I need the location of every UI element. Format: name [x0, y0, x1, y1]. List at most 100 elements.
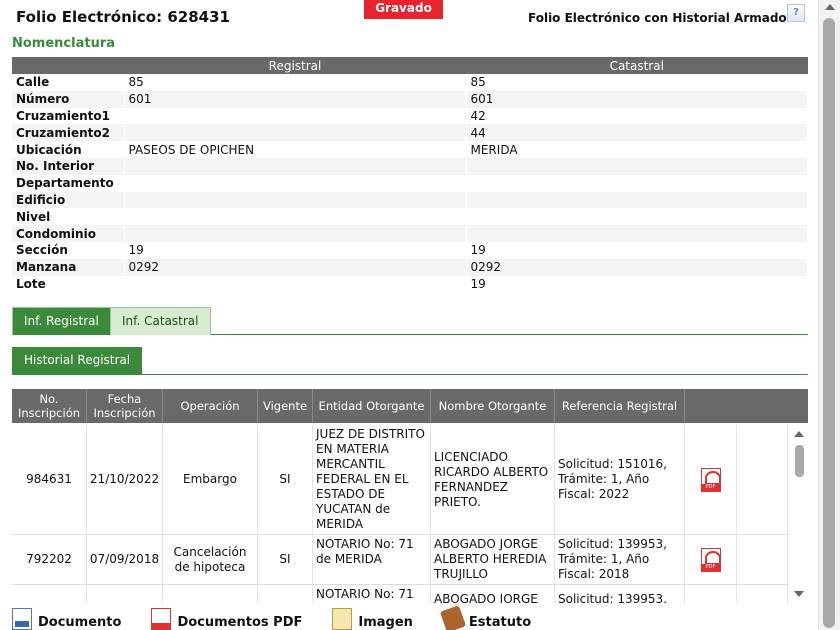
cell-pdf [685, 425, 737, 534]
pdf-icon [151, 608, 172, 630]
historial-header: No. Inscripción Fecha Inscripción Operac… [12, 389, 808, 423]
header-registral: Registral [124, 57, 466, 74]
nomenclatura-row: Condominio [12, 225, 808, 242]
row-catastral: MERIDA [466, 141, 808, 158]
cell-entidad: NOTARIO No: 71 de MERIDA [313, 535, 431, 584]
col-fecha-inscripcion: Fecha Inscripción [87, 389, 163, 423]
row-catastral [466, 157, 808, 175]
row-catastral [466, 208, 808, 226]
documento-label: Documento [38, 615, 122, 630]
row-registral [124, 191, 467, 209]
imagen-button[interactable]: Imagen [332, 607, 413, 630]
table-row: NOTARIO No: 71 ABOGADO JORGE Solicitud: 13… [12, 585, 788, 603]
imagen-label: Imagen [358, 615, 413, 630]
scroll-up-icon[interactable] [825, 4, 835, 10]
tab-inf-catastral[interactable]: Inf. Catastral [110, 307, 211, 335]
cell-referencia-text: Solicitud: 151016, Trámite: 1, Año Fisca… [558, 457, 667, 501]
cell-operacion: Embargo [163, 425, 258, 534]
col-referencia-registral: Referencia Registral [555, 389, 685, 423]
cell-nombre-text: ABOGADO JORGE ALBERTO HEREDIA TRUJILLO [434, 537, 547, 581]
cell-no-inscripcion-text: 792202 [26, 552, 72, 566]
cell-vigente [258, 585, 313, 603]
cell-vigente: SI [258, 425, 313, 534]
cell-operacion: Cancelación de hipoteca [163, 535, 258, 584]
cell-nombre-text: ABOGADO JORGE [434, 592, 538, 603]
status-badge: Gravado [364, 0, 443, 19]
row-registral: 601 [124, 90, 467, 108]
row-registral: PASEOS DE OPICHEN [124, 141, 467, 158]
row-catastral: 19 [466, 275, 808, 293]
cell-vigente-text: SI [279, 472, 291, 486]
header-catastral: Catastral [466, 57, 808, 74]
cell-referencia-text: Solicitud: 139953, Trámite: 1, Año Fisca… [558, 537, 667, 581]
cell-no-inscripcion: 792202 [12, 535, 87, 584]
row-label: Cruzamiento1 [12, 107, 125, 125]
cell-entidad-text: NOTARIO No: 71 de MERIDA [316, 537, 414, 566]
cell-no-inscripcion: 984631 [12, 425, 87, 534]
row-catastral [466, 225, 808, 242]
cell-entidad-text: JUEZ DE DISTRITO EN MATERIA MERCANTIL FE… [316, 427, 425, 531]
col-vigente: Vigente [258, 389, 313, 423]
cell-referencia: Solicitud: 151016, Trámite: 1, Año Fisca… [555, 425, 685, 534]
scroll-up-icon[interactable] [794, 431, 804, 437]
scroll-thumb[interactable] [795, 445, 804, 477]
nomenclatura-row: Lote 19 [12, 275, 808, 293]
cell-operacion [163, 585, 258, 603]
row-registral [124, 174, 467, 192]
book-icon [332, 608, 353, 630]
cell-vigente: SI [258, 535, 313, 584]
tab-inf-registral[interactable]: Inf. Registral [12, 307, 111, 335]
window-scrollbar[interactable] [818, 0, 840, 630]
row-label: Nivel [12, 208, 125, 226]
col-entidad-otorgante: Entidad Otorgante [313, 389, 431, 423]
cell-nombre: LICENCIADO RICARDO ALBERTO FERNANDEZ PRI… [431, 425, 555, 534]
row-catastral [466, 191, 808, 209]
row-registral [124, 107, 467, 125]
row-label: Cruzamiento2 [12, 124, 125, 142]
table-row: 792202 07/09/2018 Cancelación de hipoteca S… [12, 535, 788, 585]
row-label: No. Interior [12, 157, 125, 175]
folio-title: Folio Electrónico: 628431 [16, 8, 230, 26]
row-label: Número [12, 90, 125, 108]
estatuto-label: Estatuto [468, 615, 532, 630]
history-tabs: Historial Registral [12, 347, 808, 375]
briefcase-icon [439, 605, 467, 630]
row-registral [124, 157, 467, 175]
cell-entidad-text: NOTARIO No: 71 [316, 587, 414, 601]
row-registral: 19 [124, 241, 467, 259]
row-registral: 85 [124, 74, 467, 91]
pdf-icon[interactable] [700, 547, 721, 572]
cell-fecha-text: 07/09/2018 [89, 552, 160, 566]
row-label: Edificio [12, 191, 125, 209]
cell-referencia: Solicitud: 139953, [555, 585, 685, 603]
historial-scrollbar[interactable] [790, 425, 808, 603]
cell-empty [737, 535, 788, 584]
col-no-inscripcion: No. Inscripción [12, 389, 87, 423]
cell-empty [737, 425, 788, 534]
pdf-icon[interactable] [700, 467, 721, 492]
scroll-down-icon[interactable] [794, 591, 804, 597]
row-registral: 0292 [124, 258, 467, 276]
nomenclatura-row: Cruzamiento1 42 [12, 107, 808, 125]
cell-fecha [87, 585, 163, 603]
documentos-pdf-button[interactable]: Documentos PDF [151, 607, 302, 630]
row-catastral [466, 174, 808, 192]
row-registral [124, 124, 467, 142]
cell-operacion-text: Embargo [183, 472, 237, 486]
documento-button[interactable]: Documento [12, 607, 121, 630]
nomenclatura-row: Edificio [12, 191, 808, 209]
row-label: Calle [12, 74, 125, 91]
document-icon [12, 608, 32, 630]
header-empty [12, 57, 124, 74]
help-icon[interactable]: ? [787, 4, 805, 22]
scroll-thumb[interactable] [823, 18, 835, 628]
row-label: Condominio [12, 225, 125, 242]
nomenclatura-row: Ubicación PASEOS DE OPICHEN MERIDA [12, 141, 808, 158]
cell-entidad: JUEZ DE DISTRITO EN MATERIA MERCANTIL FE… [313, 425, 431, 534]
row-label: Lote [12, 275, 125, 293]
estatuto-button[interactable]: Estatuto [439, 605, 532, 630]
tab-historial-registral[interactable]: Historial Registral [12, 347, 143, 375]
historial-body[interactable]: 984631 21/10/2022 Embargo SI JUEZ DE DISTRIT… [12, 425, 788, 603]
cell-pdf [685, 585, 737, 603]
row-catastral: 19 [466, 241, 808, 259]
